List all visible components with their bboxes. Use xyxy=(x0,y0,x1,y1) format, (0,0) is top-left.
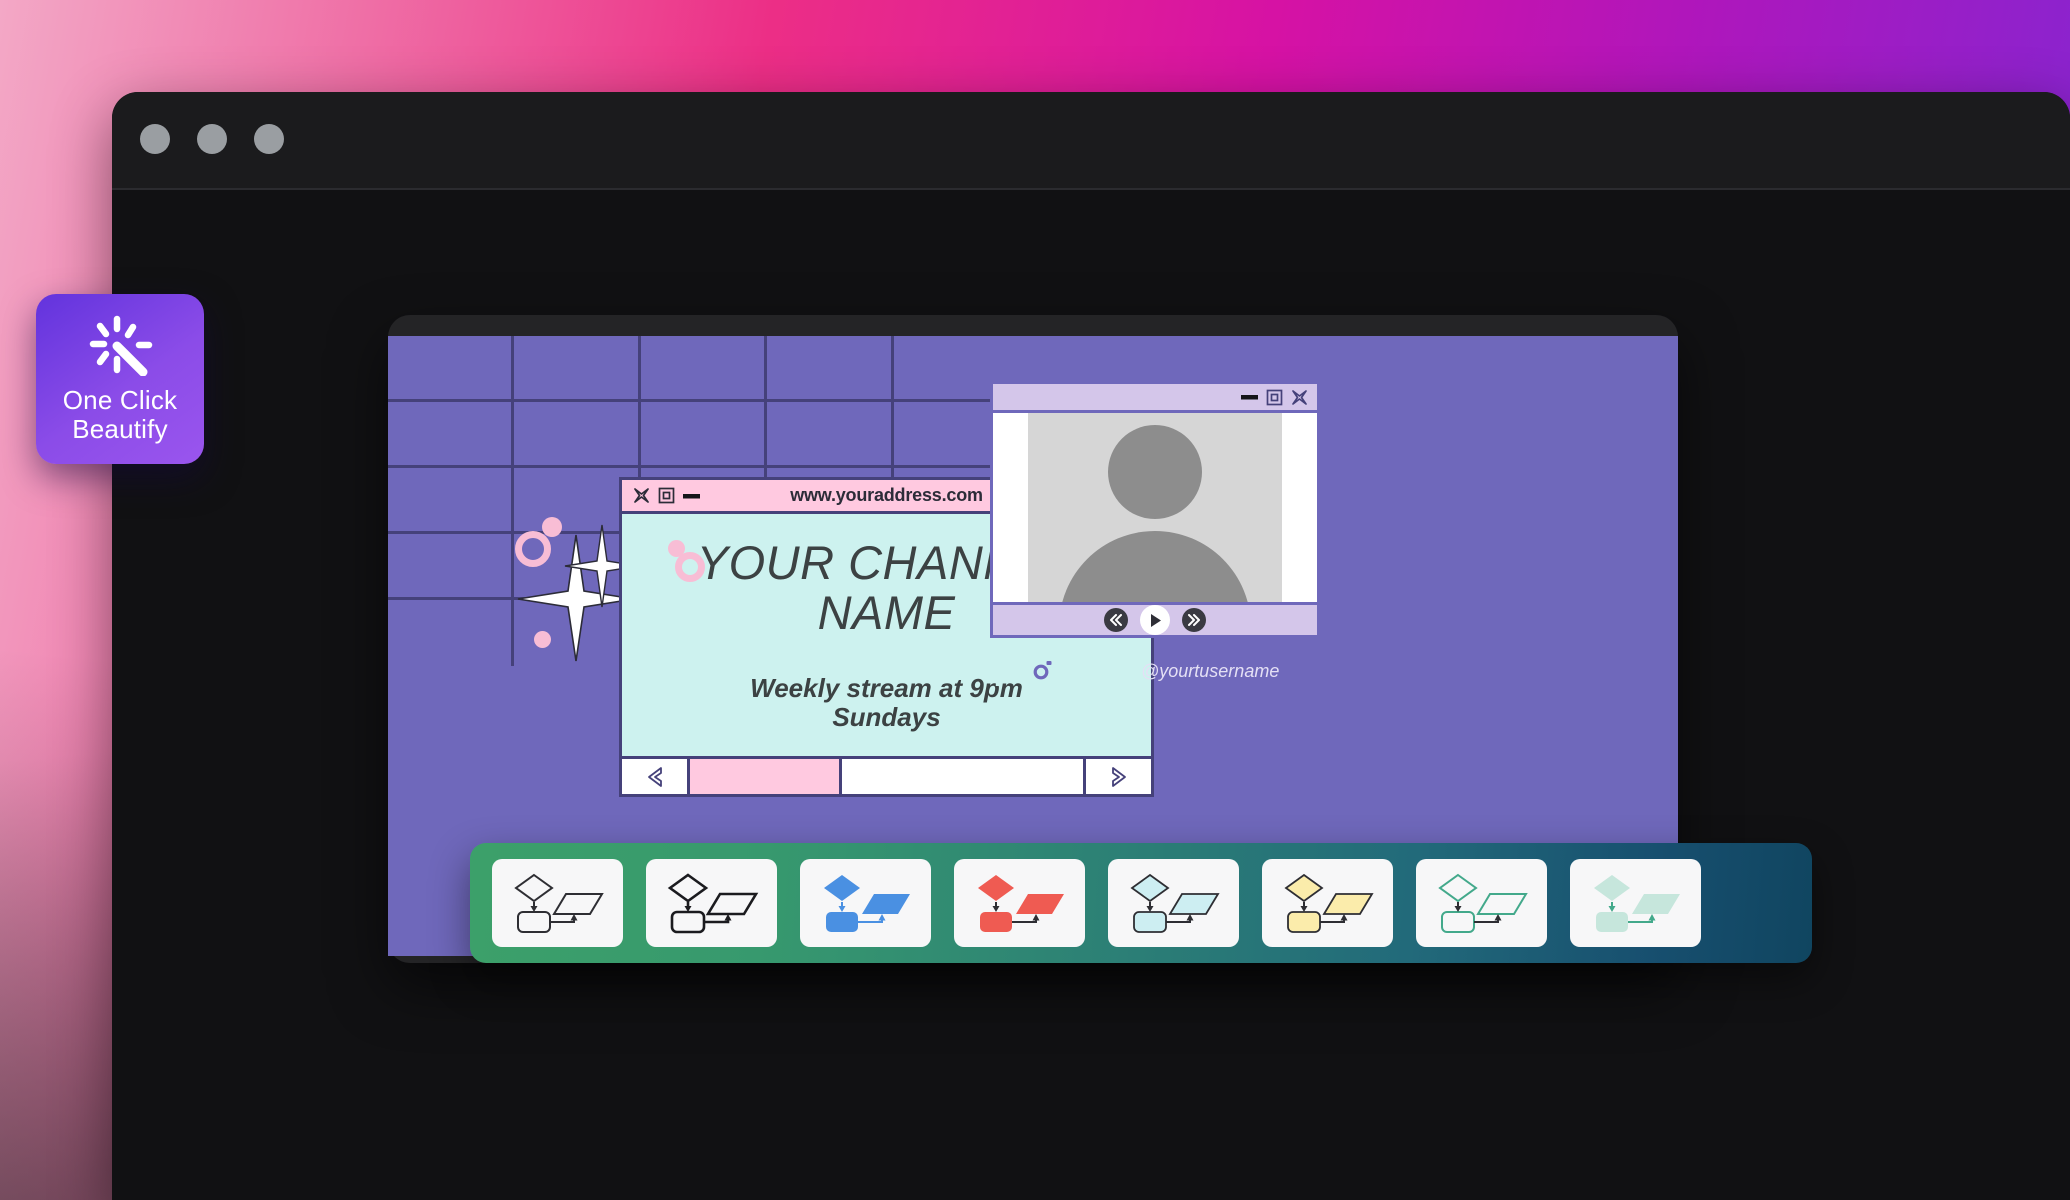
avatar-body-shape xyxy=(1059,531,1251,602)
chevron-double-left-icon xyxy=(1110,614,1122,626)
grid-cell xyxy=(388,600,515,666)
screenshot-stage: www.youraddress.com YOUR CHANNEL NAME We… xyxy=(0,0,2070,1200)
chevron-double-right-icon xyxy=(1111,766,1126,787)
grid-cell xyxy=(388,336,515,402)
scroll-thumb[interactable] xyxy=(690,759,842,794)
flowchart-diagram-icon xyxy=(977,875,1064,932)
retro-scrollbar[interactable] xyxy=(622,756,1151,794)
beautify-label-line2: Beautify xyxy=(72,414,168,444)
browser-window: www.youraddress.com YOUR CHANNEL NAME We… xyxy=(112,92,2070,1200)
play-button[interactable] xyxy=(1140,605,1170,635)
avatar-placeholder xyxy=(1028,413,1282,602)
maximize-window-button[interactable] xyxy=(254,124,284,154)
grid-cell xyxy=(514,336,641,402)
template-thumb-3[interactable] xyxy=(800,859,931,947)
magic-sparkle-icon xyxy=(89,315,153,376)
grid-cell xyxy=(388,534,515,600)
player-controls xyxy=(993,602,1317,635)
template-thumb-6[interactable] xyxy=(1262,859,1393,947)
template-thumb-8[interactable] xyxy=(1570,859,1701,947)
traffic-lights xyxy=(140,124,284,154)
facebook-icon[interactable] xyxy=(985,656,1011,686)
grid-cell xyxy=(514,402,641,468)
social-handle-text: @yourtusername xyxy=(1141,660,1280,681)
flowchart-diagram-icon xyxy=(667,873,758,934)
beautify-label: One Click Beautify xyxy=(62,384,178,444)
flowchart-diagram-icon xyxy=(513,873,604,933)
browser-content: www.youraddress.com YOUR CHANNEL NAME We… xyxy=(112,190,2070,1200)
decor-ring xyxy=(675,552,705,582)
grid-cell xyxy=(767,402,894,468)
template-thumb-1[interactable] xyxy=(492,859,623,947)
twitter-icon[interactable] xyxy=(1071,657,1102,685)
grid-cell xyxy=(640,402,768,468)
avatar-photo-area xyxy=(993,413,1317,602)
social-links-row: @yourtusername xyxy=(985,656,1279,686)
avatar-head-shape xyxy=(1108,425,1202,519)
template-thumbnail-strip xyxy=(470,843,1812,963)
chevron-double-left-icon xyxy=(647,766,662,787)
chevron-double-right-icon xyxy=(1188,614,1200,626)
grid-cell xyxy=(388,402,515,468)
template-thumb-5[interactable] xyxy=(1108,859,1239,947)
one-click-beautify-button[interactable]: One Click Beautify xyxy=(36,294,204,464)
template-thumb-4[interactable] xyxy=(954,859,1085,947)
avatar-player-window[interactable] xyxy=(990,381,1320,638)
template-thumb-7[interactable] xyxy=(1416,859,1547,947)
flowchart-diagram-icon xyxy=(1283,873,1374,933)
close-window-button[interactable] xyxy=(140,124,170,154)
rewind-button[interactable] xyxy=(1104,608,1128,632)
scroll-left-button[interactable] xyxy=(622,759,690,794)
grid-cell xyxy=(388,468,515,534)
flowchart-diagram-icon xyxy=(823,875,910,932)
forward-button[interactable] xyxy=(1182,608,1206,632)
scroll-track-empty[interactable] xyxy=(842,759,1083,794)
maximize-icon[interactable] xyxy=(1266,389,1283,406)
flowchart-diagram-icon xyxy=(1593,875,1680,932)
template-thumb-2[interactable] xyxy=(646,859,777,947)
grid-cell xyxy=(640,336,768,402)
minimize-icon[interactable] xyxy=(1240,392,1259,402)
minimize-window-button[interactable] xyxy=(197,124,227,154)
play-icon xyxy=(1150,613,1161,627)
close-icon[interactable] xyxy=(1290,388,1309,407)
flowchart-diagram-icon xyxy=(1437,873,1528,933)
grid-cell xyxy=(767,336,894,402)
instagram-icon[interactable] xyxy=(1026,656,1056,686)
scroll-right-button[interactable] xyxy=(1083,759,1151,794)
flowchart-diagram-icon xyxy=(1129,873,1220,933)
beautify-label-line1: One Click xyxy=(62,384,178,415)
avatar-title-bar xyxy=(993,384,1317,413)
scroll-track[interactable] xyxy=(690,759,1083,794)
browser-chrome xyxy=(112,92,2070,190)
